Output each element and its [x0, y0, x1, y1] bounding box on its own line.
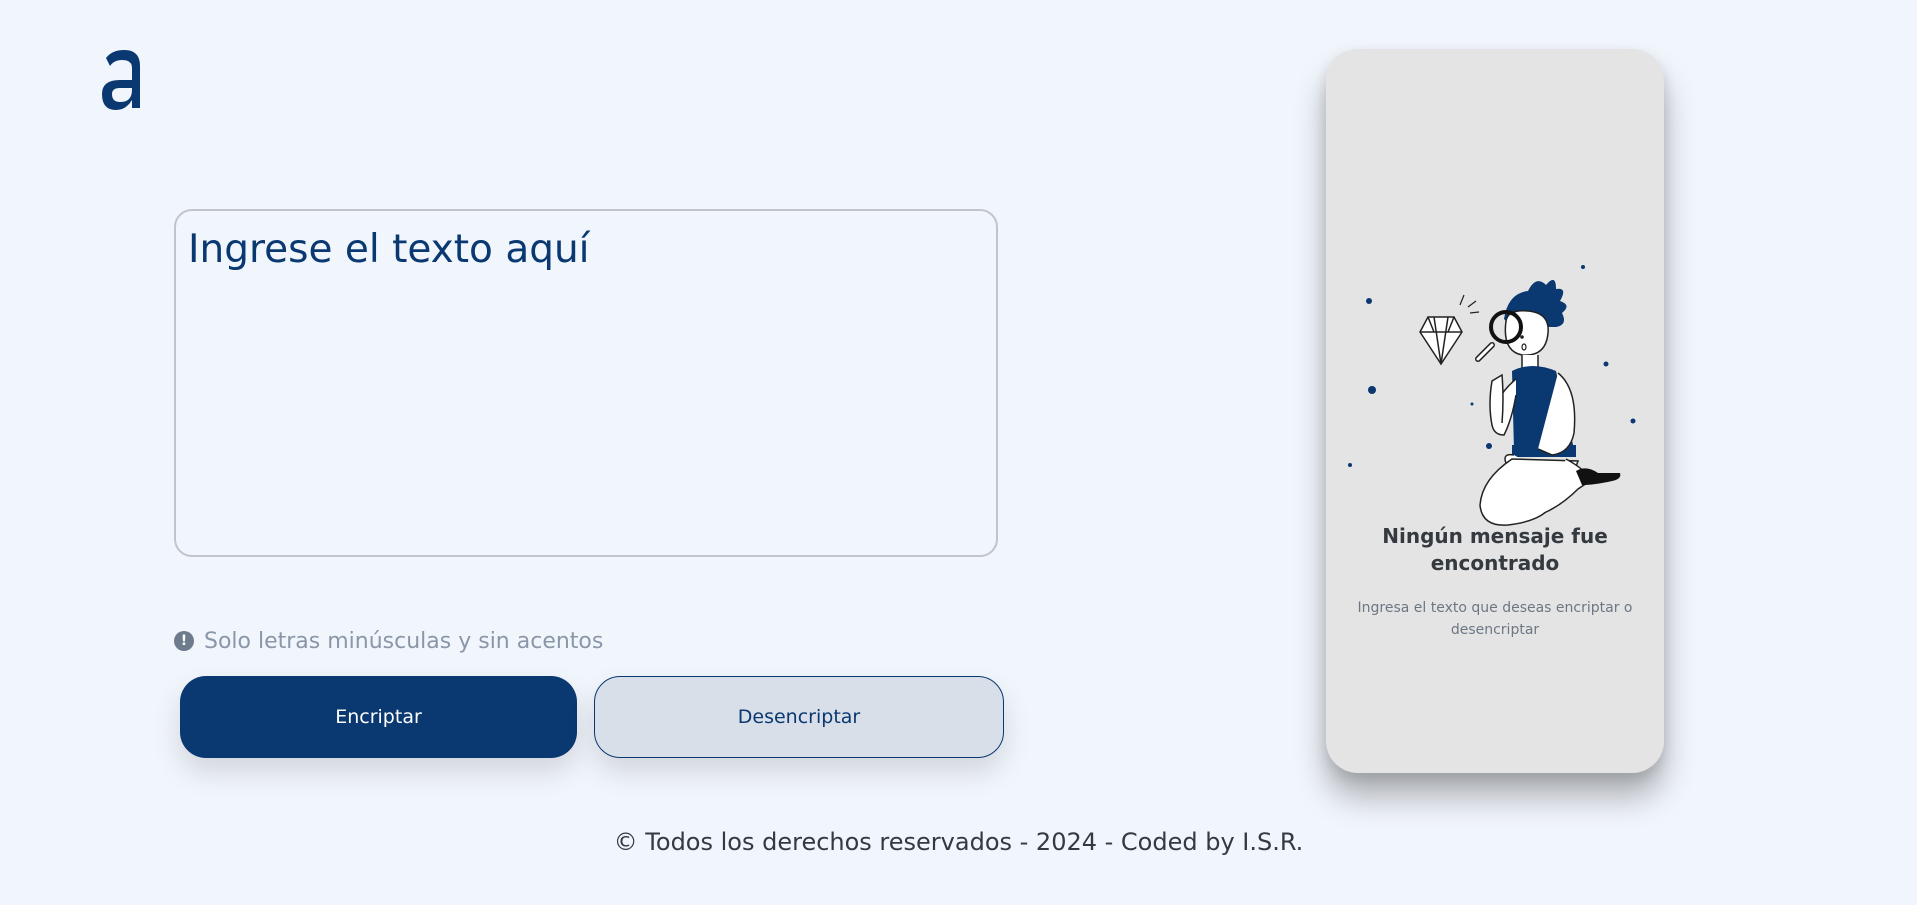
page: ! Solo letras minúsculas y sin acentos E… — [0, 0, 1917, 905]
encrypt-button-label: Encriptar — [335, 706, 422, 728]
output-panel: Ningún mensaje fue encontrado Ingresa el… — [1326, 49, 1664, 773]
footer-copyright: © Todos los derechos reservados - 2024 -… — [613, 828, 1304, 856]
alura-logo-icon — [100, 48, 148, 112]
empty-state-subtitle: Ingresa el texto que deseas encriptar o … — [1357, 600, 1633, 638]
hint-text: Solo letras minúsculas y sin acentos — [204, 628, 604, 654]
encrypt-button[interactable]: Encriptar — [180, 676, 577, 758]
exclamation-circle-icon: ! — [174, 631, 194, 651]
decrypt-button[interactable]: Desencriptar — [594, 676, 1004, 758]
empty-state-title: Ningún mensaje fue encontrado — [1382, 524, 1608, 575]
decrypt-button-label: Desencriptar — [737, 706, 861, 728]
message-input[interactable] — [174, 209, 998, 557]
input-hint: ! Solo letras minúsculas y sin acentos — [174, 626, 603, 656]
person-with-magnifying-glass-illustration — [1342, 209, 1642, 529]
